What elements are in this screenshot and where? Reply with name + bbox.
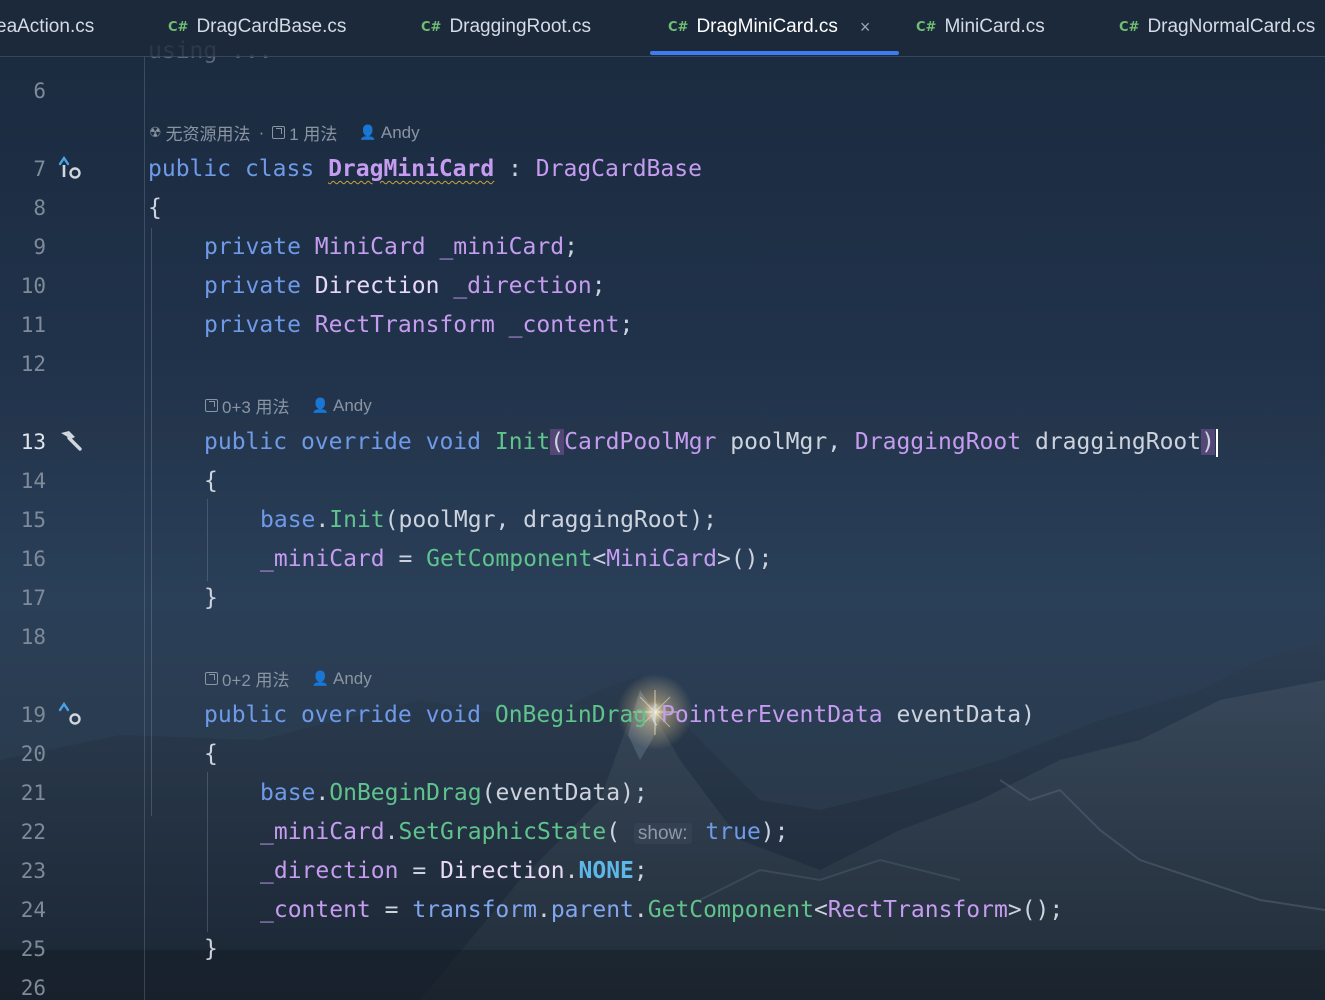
- indent-guide: [151, 228, 152, 816]
- line-number: 17: [20, 586, 46, 610]
- active-tab-indicator: [650, 51, 899, 55]
- line-number: 19: [20, 703, 46, 727]
- line-number: 18: [20, 625, 46, 649]
- line-number: 20: [20, 742, 46, 766]
- line-number: 10: [20, 274, 46, 298]
- editor-background-image: [0, 640, 1325, 1000]
- author-text: Andy: [333, 395, 372, 415]
- code-line-17[interactable]: }: [204, 584, 218, 612]
- csharp-file-icon: C#: [668, 19, 689, 35]
- code-line-9[interactable]: private MiniCard _miniCard;: [204, 233, 578, 261]
- tab-ideaaction[interactable]: eaAction.cs: [0, 0, 94, 54]
- hammer-icon[interactable]: [55, 427, 85, 455]
- line-number: 21: [20, 781, 46, 805]
- line-number: 25: [20, 937, 46, 961]
- tab-label: DraggingRoot.cs: [449, 16, 591, 37]
- text-cursor: [1215, 428, 1218, 457]
- line-number: 7: [33, 157, 46, 181]
- author-text: Andy: [380, 122, 420, 142]
- tab-dragminicard[interactable]: C# DragMiniCard.cs ×: [668, 0, 870, 54]
- line-number: 15: [20, 508, 46, 532]
- code-line-16[interactable]: _miniCard = GetComponent<MiniCard>();: [260, 545, 772, 573]
- line-number-current: 13: [20, 430, 46, 454]
- line-number: 8: [33, 196, 46, 220]
- usages-text: 0+3 用法: [222, 398, 290, 417]
- tab-label: DragNormalCard.cs: [1147, 16, 1316, 37]
- author-icon: 👤: [311, 397, 329, 413]
- csharp-file-icon: C#: [168, 19, 189, 35]
- code-line-22[interactable]: _miniCard.SetGraphicState( show: true);: [260, 818, 789, 848]
- author-text: Andy: [333, 668, 372, 688]
- no-asset-usage-text: 无资源用法: [165, 125, 251, 144]
- indent-guide: [207, 772, 208, 932]
- code-line-10[interactable]: private Direction _direction;: [204, 272, 606, 300]
- code-line-15[interactable]: base.Init(poolMgr, draggingRoot);: [260, 506, 717, 534]
- author-icon: 👤: [311, 670, 329, 686]
- overrides-method-icon[interactable]: [56, 700, 86, 728]
- code-line-21[interactable]: base.OnBeginDrag(eventData);: [260, 779, 648, 807]
- implemented-by-icon[interactable]: [56, 154, 86, 182]
- begin-drag-usage-hint[interactable]: 0+2 用法 👤 Andy: [205, 666, 372, 691]
- csharp-file-icon: C#: [916, 19, 937, 35]
- parameter-name-hint: show:: [633, 823, 692, 844]
- close-tab-icon[interactable]: ×: [860, 17, 871, 38]
- class-name: DragMiniCard: [328, 156, 495, 182]
- code-line-7[interactable]: public class DragMiniCard : DragCardBase: [148, 155, 702, 183]
- tab-dragnormalcard[interactable]: C# DragNormalCard.cs: [1119, 0, 1315, 54]
- class-usage-hint[interactable]: ☢ 无资源用法 · 1 用法 👤 Andy: [149, 120, 420, 145]
- line-number: 6: [33, 79, 46, 103]
- tab-minicard[interactable]: C# MiniCard.cs: [916, 0, 1045, 54]
- code-line-25[interactable]: }: [204, 935, 218, 963]
- code-line-13[interactable]: public override void Init(CardPoolMgr po…: [204, 428, 1218, 457]
- tab-draggingroot[interactable]: C# DraggingRoot.cs: [421, 0, 591, 54]
- code-line-19[interactable]: public override void OnBeginDrag(Pointer…: [204, 701, 1035, 729]
- code-line-11[interactable]: private RectTransform _content;: [204, 311, 633, 339]
- usages-text: 0+2 用法: [222, 671, 290, 690]
- gutter-divider: [144, 56, 145, 1000]
- line-number: 26: [20, 976, 46, 1000]
- usages-text: 1 用法: [289, 125, 338, 144]
- tab-dragcardbase[interactable]: C# DragCardBase.cs: [168, 0, 346, 54]
- csharp-file-icon: C#: [421, 19, 442, 35]
- code-line-14[interactable]: {: [204, 467, 218, 495]
- code-line-23[interactable]: _direction = Direction.NONE;: [260, 857, 648, 885]
- tab-label: MiniCard.cs: [944, 16, 1045, 37]
- line-number: 23: [20, 859, 46, 883]
- usages-icon: [272, 126, 286, 139]
- line-number: 16: [20, 547, 46, 571]
- line-number: 9: [33, 235, 46, 259]
- line-number: 11: [20, 313, 46, 337]
- tab-label: DragCardBase.cs: [196, 16, 347, 37]
- init-usage-hint[interactable]: 0+3 用法 👤 Andy: [205, 393, 372, 418]
- line-number: 22: [20, 820, 46, 844]
- usages-icon: [205, 399, 218, 412]
- tab-label: eaAction.cs: [0, 16, 95, 37]
- line-number: 12: [20, 352, 46, 376]
- separator-dot: ·: [258, 122, 265, 142]
- code-line-8[interactable]: {: [148, 194, 162, 222]
- line-number: 24: [20, 898, 46, 922]
- code-line-24[interactable]: _content = transform.parent.GetComponent…: [260, 896, 1063, 924]
- editor-tab-bar: eaAction.cs C# DragCardBase.cs C# Draggi…: [0, 0, 1325, 57]
- csharp-file-icon: C#: [1119, 19, 1140, 35]
- indent-guide: [207, 499, 208, 581]
- author-icon: 👤: [359, 124, 377, 140]
- tab-label: DragMiniCard.cs: [696, 16, 838, 37]
- usages-icon: [205, 672, 218, 685]
- asset-usage-icon: ☢: [149, 124, 162, 140]
- line-number: 14: [20, 469, 46, 493]
- code-line-20[interactable]: {: [204, 740, 218, 768]
